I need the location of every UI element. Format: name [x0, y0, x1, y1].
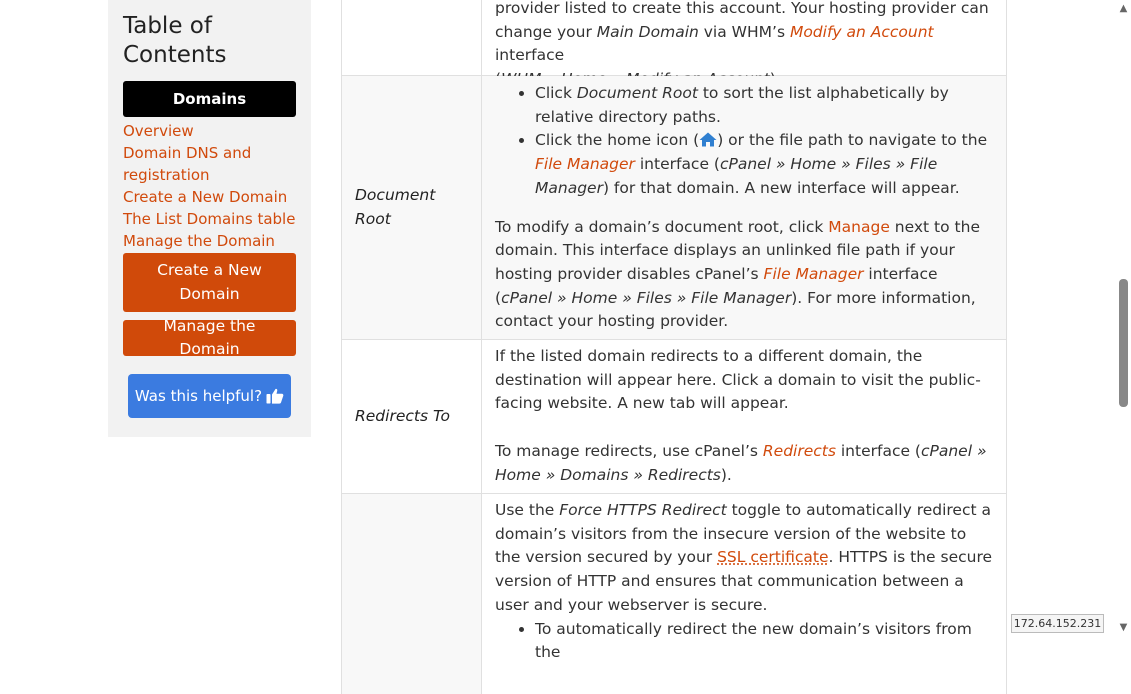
row-description: Use the Force HTTPS Redirect toggle to a…	[482, 494, 1006, 694]
bullet-list: To automatically redirect the new domain…	[495, 618, 994, 665]
row-description: provider listed to create this account. …	[482, 0, 1006, 88]
path-text: cPanel » Home » Files » File Manager	[501, 288, 792, 307]
table-of-contents: Table of Contents Domains Overview Domai…	[108, 0, 311, 437]
bullet-list: Click Document Root to sort the list alp…	[495, 82, 994, 201]
text: To manage redirects, use cPanel’s	[495, 442, 763, 461]
redirects-link[interactable]: Redirects	[763, 442, 836, 460]
scroll-up-arrow-icon[interactable]: ▲	[1118, 2, 1129, 14]
home-icon[interactable]	[699, 132, 717, 147]
toc-link-domain-dns[interactable]: Domain DNS and registration	[123, 142, 303, 186]
text: ) or the file path to navigate to the	[717, 131, 988, 150]
document-root-term: Document Root	[576, 84, 698, 102]
text: Use the	[495, 501, 560, 519]
toc-link-list-domains[interactable]: The List Domains table	[123, 208, 303, 230]
toc-title: Table of Contents	[123, 13, 227, 68]
scroll-down-arrow-icon[interactable]: ▼	[1118, 621, 1129, 633]
text: via WHM’s	[698, 22, 790, 41]
row-label	[342, 0, 482, 75]
toc-links: Overview Domain DNS and registration Cre…	[123, 120, 303, 252]
row-label	[342, 494, 482, 694]
list-item: Click the home icon ( ) or the file path …	[535, 129, 994, 200]
table-row: Redirects To If the listed domain redire…	[341, 340, 1007, 494]
table-row: Document Root Click Document Root to sor…	[341, 76, 1007, 340]
toc-link-overview[interactable]: Overview	[123, 120, 303, 142]
toc-link-manage-domain[interactable]: Manage the Domain	[123, 230, 303, 252]
list-item: To automatically redirect the new domain…	[535, 618, 994, 665]
file-manager-link[interactable]: File Manager	[764, 265, 864, 283]
create-domain-button[interactable]: Create a New Domain	[123, 253, 296, 312]
text: Click	[535, 84, 577, 102]
manage-domain-button[interactable]: Manage the Domain	[123, 317, 296, 358]
text: interface (	[634, 155, 720, 174]
table-row: provider listed to create this account. …	[341, 0, 1007, 88]
text: To modify a domain’s document root, clic…	[495, 217, 829, 236]
text: interface (	[835, 442, 921, 461]
helpful-label: Was this helpful?	[134, 387, 263, 405]
row-description: If the listed domain redirects to a diff…	[482, 340, 1006, 493]
scrollbar-thumb[interactable]	[1119, 279, 1128, 407]
text: provider listed to create this account. …	[495, 0, 989, 17]
text: ) for that domain. A new interface will …	[602, 178, 960, 197]
force-https-term: Force HTTPS Redirect	[559, 501, 727, 519]
manage-link[interactable]: Manage	[828, 218, 890, 236]
ssl-certificate-link[interactable]: SSL certificate	[717, 548, 828, 566]
ip-address-badge: 172.64.152.231	[1011, 614, 1104, 633]
was-this-helpful-button[interactable]: Was this helpful?	[128, 374, 291, 418]
text: interface	[495, 46, 565, 65]
main-domain-term: Main Domain	[596, 22, 699, 41]
redirects-paragraph: If the listed domain redirects to a diff…	[495, 347, 981, 413]
file-manager-link[interactable]: File Manager	[535, 155, 635, 173]
text: change your	[495, 22, 597, 41]
table-row: Use the Force HTTPS Redirect toggle to a…	[341, 494, 1007, 694]
thumbs-up-icon	[266, 388, 284, 404]
row-label-document-root: Document Root	[342, 76, 482, 339]
vertical-scrollbar[interactable]: ▲ ▼	[1116, 0, 1131, 635]
toc-link-create-domain[interactable]: Create a New Domain	[123, 186, 303, 208]
row-label-redirects-to: Redirects To	[342, 340, 482, 493]
modify-account-link[interactable]: Modify an Account	[790, 23, 934, 41]
toc-active-item[interactable]: Domains	[123, 81, 296, 117]
list-item: Click Document Root to sort the list alp…	[535, 82, 994, 129]
row-description: Click Document Root to sort the list alp…	[482, 76, 1006, 339]
text: Click the home icon (	[535, 131, 700, 150]
text: ).	[720, 465, 732, 484]
